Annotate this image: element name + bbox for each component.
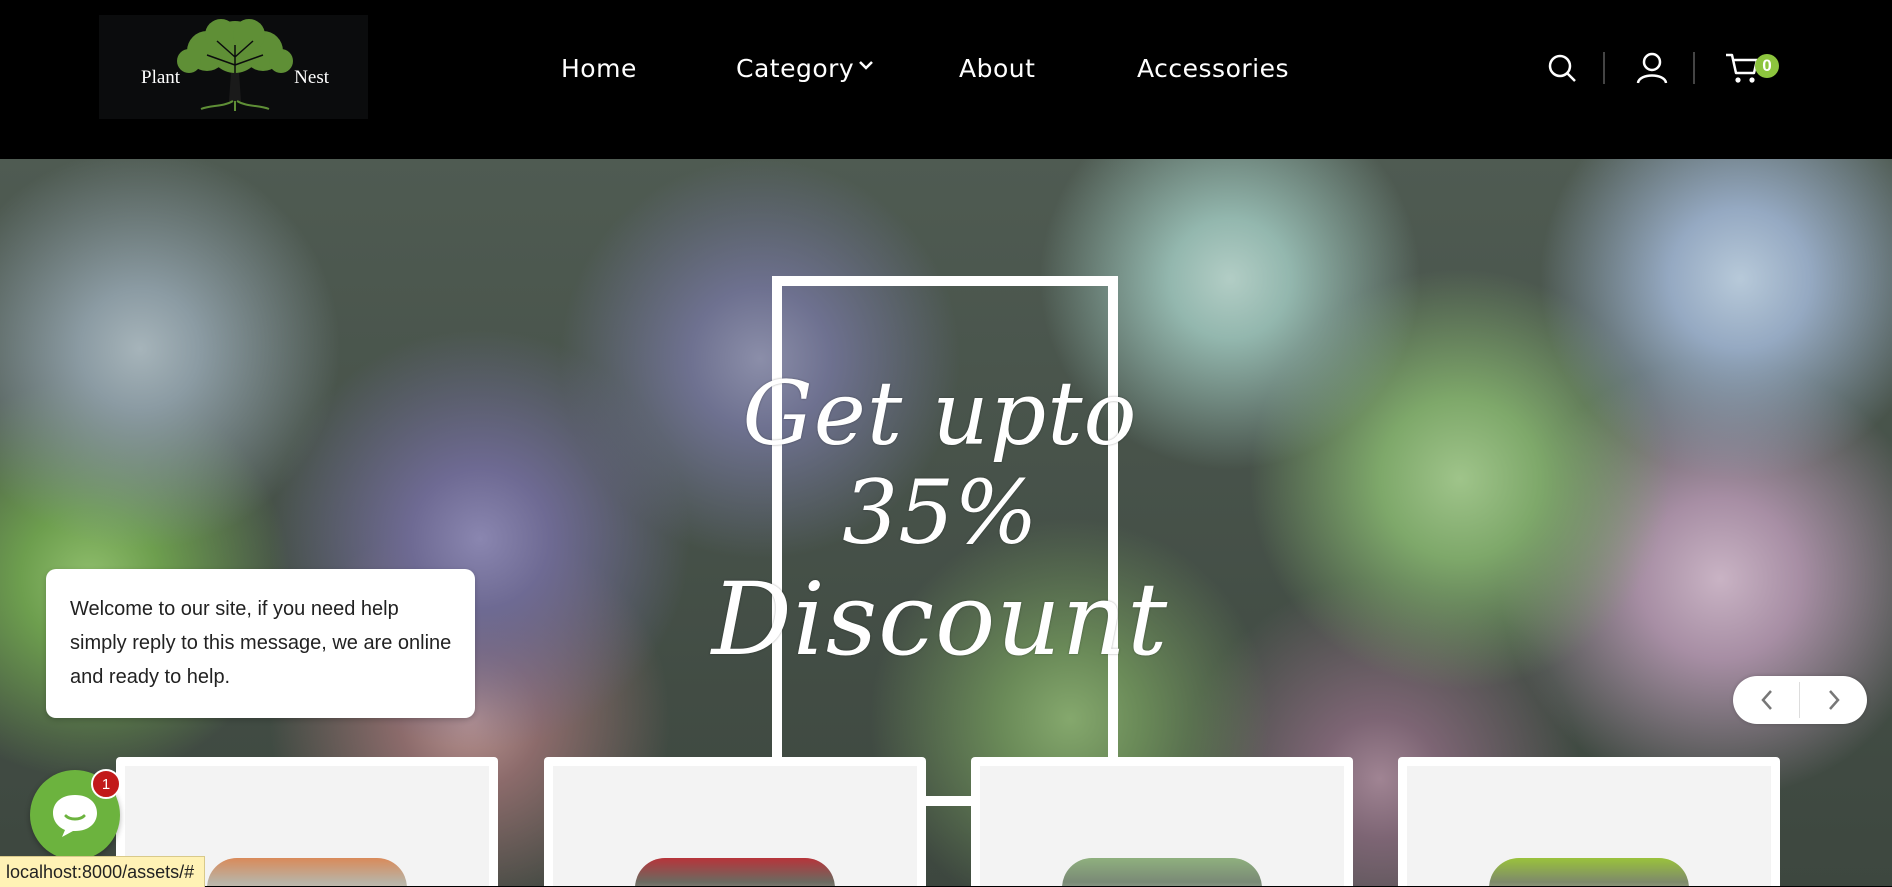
hero-banner: Get upto 35% Discount <box>0 159 1892 886</box>
divider <box>1693 52 1695 84</box>
plant-pot <box>1062 858 1262 886</box>
plant-pot <box>635 858 835 886</box>
promo-text: Get upto 35% Discount <box>640 364 1240 676</box>
product-image <box>1407 766 1771 886</box>
slider-next-button[interactable] <box>1800 676 1867 724</box>
nav-home[interactable]: Home <box>561 54 637 83</box>
product-cards <box>116 757 1780 886</box>
chat-message: Welcome to our site, if you need help si… <box>70 598 452 688</box>
nav-accessories[interactable]: Accessories <box>1137 54 1289 83</box>
product-card[interactable] <box>544 757 926 886</box>
tree-icon <box>177 19 293 111</box>
search-icon <box>1548 54 1576 82</box>
cart-count-badge: 0 <box>1755 54 1779 78</box>
site-header: Plant Nest Home Category About Accessori… <box>0 0 1892 159</box>
product-card[interactable] <box>971 757 1353 886</box>
product-image <box>553 766 917 886</box>
plant-pot <box>1489 858 1689 886</box>
chat-welcome-bubble[interactable]: Welcome to our site, if you need help si… <box>46 569 475 718</box>
chevron-left-icon <box>1760 690 1772 710</box>
slider-arrows <box>1733 676 1867 724</box>
logo-text-nest: Nest <box>294 67 329 88</box>
logo-text-plant: Plant <box>141 67 181 88</box>
divider <box>1603 52 1605 84</box>
browser-status-url: localhost:8000/assets/# <box>0 856 206 887</box>
nav-category[interactable]: Category <box>736 54 874 83</box>
chat-unread-badge: 1 <box>91 769 121 799</box>
nav-category-label: Category <box>736 53 855 83</box>
search-button[interactable] <box>1540 46 1584 90</box>
promo-line-2: 35% <box>842 461 1038 565</box>
plant-nest-logo[interactable]: Plant Nest <box>99 15 368 119</box>
product-card[interactable] <box>1398 757 1780 886</box>
product-image <box>980 766 1344 886</box>
promo-line-3: Discount <box>711 560 1169 678</box>
account-button[interactable] <box>1630 46 1674 90</box>
user-icon <box>1636 52 1668 84</box>
chevron-right-icon <box>1828 690 1840 710</box>
plant-pot <box>207 858 407 886</box>
promo-line-1: Get upto <box>742 362 1138 465</box>
slider-prev-button[interactable] <box>1733 676 1800 724</box>
chevron-down-icon <box>859 61 874 70</box>
nav-about[interactable]: About <box>959 54 1035 83</box>
chat-icon <box>53 795 97 837</box>
